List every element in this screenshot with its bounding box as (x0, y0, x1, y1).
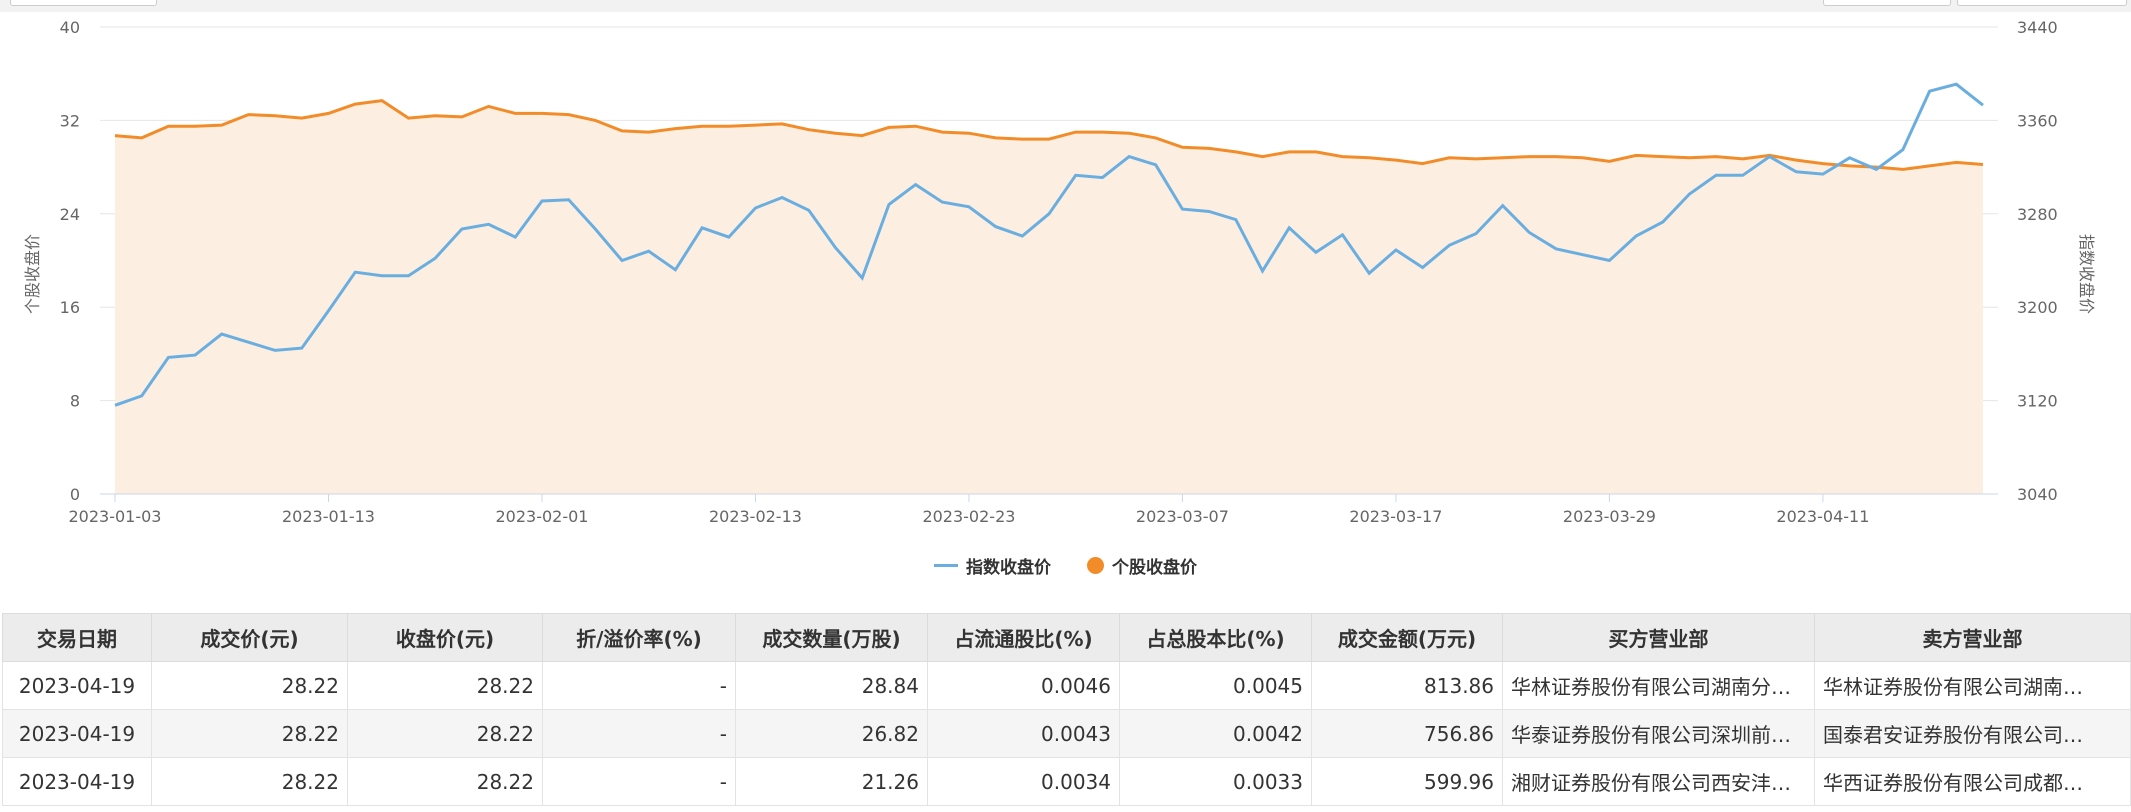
legend-label-index: 指数收盘价 (966, 558, 1051, 578)
chart-legend: 指数收盘价 个股收盘价 (0, 553, 2131, 578)
price-line-chart: 2023-01-03 2023-01-13 2023-02-01 2023-02-13… (23, 18, 2096, 526)
cell-float-ratio: 0.0046 (927, 661, 1120, 710)
cell-total-ratio: 0.0033 (1119, 757, 1312, 806)
cell-date: 2023-04-19 (2, 709, 152, 758)
x-tick-label: 2023-01-03 (69, 507, 162, 526)
table-header-row: 交易日期 成交价(元) 收盘价(元) 折/溢价率(%) 成交数量(万股) 占流通… (2, 613, 2131, 662)
right-axis-title: 指数收盘价 (2077, 234, 2096, 314)
right-y-tick-label: 3040 (2017, 485, 2058, 504)
header-float-ratio[interactable]: 占流通股比(%) (927, 613, 1120, 662)
cell-amount: 756.86 (1311, 709, 1503, 758)
legend-dot-icon (1087, 557, 1104, 574)
x-tick-label: 2023-02-13 (709, 507, 802, 526)
header-buyer[interactable]: 买方营业部 (1502, 613, 1815, 662)
cell-amount: 599.96 (1311, 757, 1503, 806)
left-y-axis-ticks: 0 8 16 24 32 40 (60, 18, 80, 504)
cell-float-ratio: 0.0034 (927, 757, 1120, 806)
cell-buyer[interactable]: 华泰证券股份有限公司深圳前… (1502, 709, 1815, 758)
left-y-tick-label: 0 (70, 485, 80, 504)
legend-line-icon (934, 564, 958, 567)
header-trade-date[interactable]: 交易日期 (2, 613, 152, 662)
right-y-tick-label: 3120 (2017, 392, 2058, 411)
header-total-ratio[interactable]: 占总股本比(%) (1119, 613, 1312, 662)
x-tick-label: 2023-03-07 (1136, 507, 1229, 526)
block-trade-table: 交易日期 成交价(元) 收盘价(元) 折/溢价率(%) 成交数量(万股) 占流通… (2, 613, 2131, 806)
cell-seller[interactable]: 华林证券股份有限公司湖南… (1814, 661, 2131, 710)
top-left-button[interactable] (10, 0, 157, 6)
header-amount[interactable]: 成交金额(万元) (1311, 613, 1503, 662)
table-row: 2023-04-19 28.22 28.22 - 26.82 0.0043 0.… (2, 709, 2131, 758)
right-y-tick-label: 3360 (2017, 111, 2058, 130)
x-tick-label: 2023-02-23 (922, 507, 1015, 526)
cell-date: 2023-04-19 (2, 757, 152, 806)
header-premium-rate[interactable]: 折/溢价率(%) (542, 613, 736, 662)
cell-seller[interactable]: 国泰君安证券股份有限公司… (1814, 709, 2131, 758)
cell-seller[interactable]: 华西证券股份有限公司成都… (1814, 757, 2131, 806)
left-y-tick-label: 32 (60, 111, 80, 130)
right-y-tick-label: 3280 (2017, 205, 2058, 224)
header-volume[interactable]: 成交数量(万股) (735, 613, 928, 662)
table-row: 2023-04-19 28.22 28.22 - 28.84 0.0046 0.… (2, 661, 2131, 710)
cell-buyer[interactable]: 湘财证券股份有限公司西安沣… (1502, 757, 1815, 806)
cell-volume: 26.82 (735, 709, 928, 758)
top-right-button-1[interactable] (1823, 0, 1951, 6)
legend-item-index[interactable]: 指数收盘价 (934, 553, 1051, 578)
cell-close-price: 28.22 (347, 757, 543, 806)
cell-close-price: 28.22 (347, 709, 543, 758)
x-tick-label: 2023-01-13 (282, 507, 375, 526)
top-toolbar-strip (0, 0, 2131, 12)
cell-total-ratio: 0.0045 (1119, 661, 1312, 710)
x-tick-label: 2023-02-01 (495, 507, 588, 526)
left-y-tick-label: 24 (60, 205, 80, 224)
cell-deal-price: 28.22 (151, 757, 348, 806)
cell-close-price: 28.22 (347, 661, 543, 710)
header-close-price[interactable]: 收盘价(元) (347, 613, 543, 662)
cell-buyer[interactable]: 华林证券股份有限公司湖南分… (1502, 661, 1815, 710)
cell-total-ratio: 0.0042 (1119, 709, 1312, 758)
header-seller[interactable]: 卖方营业部 (1814, 613, 2131, 662)
cell-amount: 813.86 (1311, 661, 1503, 710)
cell-float-ratio: 0.0043 (927, 709, 1120, 758)
table-row: 2023-04-19 28.22 28.22 - 21.26 0.0034 0.… (2, 757, 2131, 806)
left-axis-title: 个股收盘价 (23, 234, 42, 314)
header-deal-price[interactable]: 成交价(元) (151, 613, 348, 662)
top-right-button-2[interactable] (1957, 0, 2127, 6)
x-tick-label: 2023-03-17 (1349, 507, 1442, 526)
left-y-tick-label: 16 (60, 298, 80, 317)
left-y-tick-label: 8 (70, 392, 80, 411)
left-y-tick-label: 40 (60, 18, 80, 37)
cell-premium: - (542, 757, 736, 806)
right-y-tick-label: 3440 (2017, 18, 2058, 37)
cell-date: 2023-04-19 (2, 661, 152, 710)
cell-deal-price: 28.22 (151, 661, 348, 710)
stock-price-area-fill (115, 100, 1983, 494)
cell-volume: 28.84 (735, 661, 928, 710)
cell-volume: 21.26 (735, 757, 928, 806)
x-tick-label: 2023-04-11 (1776, 507, 1869, 526)
legend-item-stock[interactable]: 个股收盘价 (1087, 553, 1197, 578)
cell-premium: - (542, 709, 736, 758)
x-tick-label: 2023-03-29 (1563, 507, 1656, 526)
cell-deal-price: 28.22 (151, 709, 348, 758)
x-axis-ticks: 2023-01-03 2023-01-13 2023-02-01 2023-02-13… (69, 494, 1869, 526)
right-y-axis-ticks: 3040 3120 3200 3280 3360 3440 (2017, 18, 2058, 504)
right-y-tick-label: 3200 (2017, 298, 2058, 317)
legend-label-stock: 个股收盘价 (1112, 558, 1197, 578)
cell-premium: - (542, 661, 736, 710)
